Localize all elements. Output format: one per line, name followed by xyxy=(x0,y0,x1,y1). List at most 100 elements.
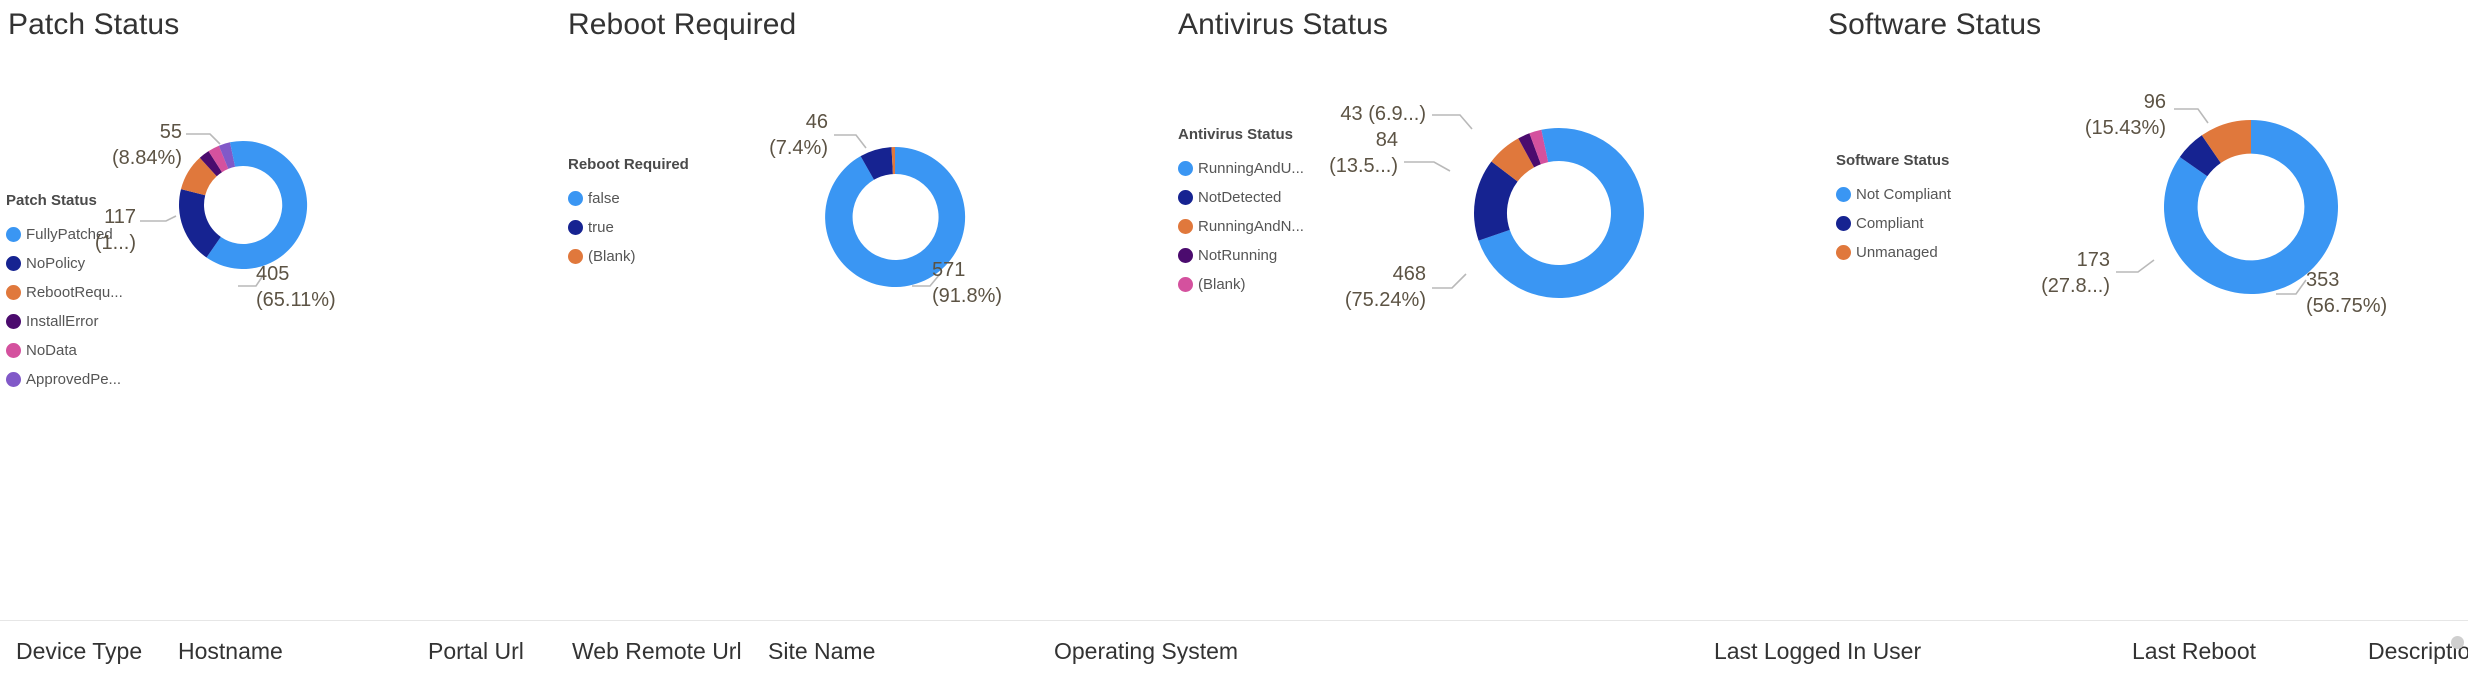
panel-software-status: Software Status Software Status Not Comp… xyxy=(1820,0,2468,620)
legend-title: Software Status xyxy=(1836,152,1950,169)
legend-title: Antivirus Status xyxy=(1178,126,1294,143)
data-label-value: 43 (6.9...) xyxy=(1340,103,1426,125)
legend-swatch-icon xyxy=(6,285,21,300)
legend-swatch-icon xyxy=(568,191,583,206)
data-label-patch-55: 55 (8.84%) xyxy=(78,120,182,171)
leader-line-96 xyxy=(2174,108,2209,124)
legend-item-label: Compliant xyxy=(1856,215,1924,232)
legend-item-label: NoData xyxy=(26,342,77,359)
data-label-value: 84 xyxy=(1375,129,1398,151)
leader-line-43 xyxy=(1432,114,1473,130)
legend-swatch-icon xyxy=(6,372,21,387)
legend-item-label: (Blank) xyxy=(588,248,636,265)
donut-chart-antivirus-status[interactable] xyxy=(1466,120,1652,306)
legend-software-status: Software Status Not Compliant Compliant … xyxy=(1836,152,1951,267)
donut-chart-patch-status[interactable] xyxy=(173,135,313,275)
legend-swatch-icon xyxy=(568,220,583,235)
scrollbar-thumb[interactable] xyxy=(2451,636,2464,649)
panel-title-antivirus-status: Antivirus Status xyxy=(1178,8,1389,41)
column-header-device-type[interactable]: Device Type xyxy=(16,638,142,665)
data-label-patch-117: 117 (1...) xyxy=(52,205,136,256)
legend-antivirus-status: Antivirus Status RunningAndU... NotDetec… xyxy=(1178,126,1304,299)
legend-swatch-icon xyxy=(1836,245,1851,260)
data-label-percent: (15.43%) xyxy=(2084,116,2166,139)
data-label-av-84: 84 (13.5...) xyxy=(1288,128,1398,179)
legend-item-approvedpending[interactable]: ApprovedPe... xyxy=(6,365,123,394)
data-label-reboot-571: 571 (91.8%) xyxy=(932,258,1002,309)
device-table-header: Device Type Hostname Portal Url Web Remo… xyxy=(0,620,2468,676)
legend-item-rebootrequired[interactable]: RebootRequ... xyxy=(6,278,123,307)
legend-item-blank[interactable]: (Blank) xyxy=(1178,270,1304,299)
legend-item-label: Unmanaged xyxy=(1856,244,1938,261)
legend-reboot-required: Reboot Required false true (Blank) xyxy=(568,156,689,271)
data-label-value: 46 xyxy=(805,111,828,133)
data-label-patch-405: 405 (65.11%) xyxy=(256,262,336,313)
legend-swatch-icon xyxy=(6,343,21,358)
legend-item-label: NotRunning xyxy=(1198,247,1278,264)
legend-swatch-icon xyxy=(1178,248,1193,263)
legend-item-notdetected[interactable]: NotDetected xyxy=(1178,183,1304,212)
legend-item-runningandupdated[interactable]: RunningAndU... xyxy=(1178,154,1304,183)
leader-line-468 xyxy=(1432,273,1467,289)
legend-item-blank[interactable]: (Blank) xyxy=(568,242,689,271)
panel-patch-status: Patch Status Patch Status FullyPatched N… xyxy=(0,0,560,620)
data-label-percent: (75.24%) xyxy=(1344,288,1426,311)
data-label-value: 405 xyxy=(256,263,290,285)
data-label-percent: (7.4%) xyxy=(769,136,828,159)
legend-swatch-icon xyxy=(1178,277,1193,292)
panel-title-reboot-required: Reboot Required xyxy=(568,8,797,41)
data-label-value: 468 xyxy=(1392,263,1426,285)
legend-swatch-icon xyxy=(6,314,21,329)
legend-item-notrunning[interactable]: NotRunning xyxy=(1178,241,1304,270)
donut-svg xyxy=(179,140,308,269)
donut-svg xyxy=(1474,127,1644,298)
legend-item-unmanaged[interactable]: Unmanaged xyxy=(1836,238,1951,267)
legend-title: Reboot Required xyxy=(568,156,689,173)
legend-item-true[interactable]: true xyxy=(568,213,689,242)
column-header-site-name[interactable]: Site Name xyxy=(768,638,875,665)
column-header-last-reboot[interactable]: Last Reboot xyxy=(2132,638,2256,665)
legend-item-false[interactable]: false xyxy=(568,184,689,213)
panel-reboot-required: Reboot Required Reboot Required false tr… xyxy=(560,0,1170,620)
data-label-percent: (56.75%) xyxy=(2306,294,2388,317)
legend-item-installerror[interactable]: InstallError xyxy=(6,307,123,336)
legend-item-compliant[interactable]: Compliant xyxy=(1836,209,1951,238)
legend-swatch-icon xyxy=(6,256,21,271)
leader-line-173 xyxy=(2116,259,2155,273)
data-label-value: 353 xyxy=(2306,269,2340,291)
legend-item-runningandnotupdated[interactable]: RunningAndN... xyxy=(1178,212,1304,241)
data-label-percent: (8.84%) xyxy=(111,146,182,169)
data-label-av-43: 43 (6.9...) xyxy=(1270,102,1426,128)
legend-item-label: true xyxy=(588,219,614,236)
leader-line-84 xyxy=(1404,161,1451,172)
legend-item-label: false xyxy=(588,190,620,207)
data-label-sw-173: 173 (27.8...) xyxy=(2000,248,2110,299)
legend-swatch-icon xyxy=(1836,216,1851,231)
legend-item-label: NotDetected xyxy=(1198,189,1282,206)
column-header-web-remote-url[interactable]: Web Remote Url xyxy=(572,638,742,665)
data-label-percent: (65.11%) xyxy=(256,288,336,311)
legend-swatch-icon xyxy=(568,249,583,264)
panel-antivirus-status: Antivirus Status Antivirus Status Runnin… xyxy=(1170,0,1820,620)
legend-swatch-icon xyxy=(6,227,21,242)
column-header-operating-system[interactable]: Operating System xyxy=(1054,638,1238,665)
column-header-portal-url[interactable]: Portal Url xyxy=(428,638,524,665)
column-header-hostname[interactable]: Hostname xyxy=(178,638,283,665)
legend-item-not-compliant[interactable]: Not Compliant xyxy=(1836,180,1951,209)
legend-item-label: (Blank) xyxy=(1198,276,1246,293)
column-header-last-logged-in-user[interactable]: Last Logged In User xyxy=(1714,638,1921,665)
leader-line-353 xyxy=(2276,279,2307,295)
data-label-sw-353: 353 (56.75%) xyxy=(2306,268,2387,319)
data-label-reboot-46: 46 (7.4%) xyxy=(728,110,828,161)
legend-item-label: ApprovedPe... xyxy=(26,371,122,388)
data-label-percent: (13.5...) xyxy=(1329,154,1398,177)
data-label-percent: (27.8...) xyxy=(2041,274,2110,297)
legend-item-label: NoPolicy xyxy=(26,255,86,272)
data-label-value: 55 xyxy=(159,121,182,143)
panel-title-software-status: Software Status xyxy=(1828,8,2042,41)
legend-item-label: Not Compliant xyxy=(1856,186,1952,203)
data-label-av-468: 468 (75.24%) xyxy=(1310,262,1426,313)
legend-item-nodata[interactable]: NoData xyxy=(6,336,123,365)
legend-swatch-icon xyxy=(1178,219,1193,234)
legend-item-label: RebootRequ... xyxy=(26,284,123,301)
